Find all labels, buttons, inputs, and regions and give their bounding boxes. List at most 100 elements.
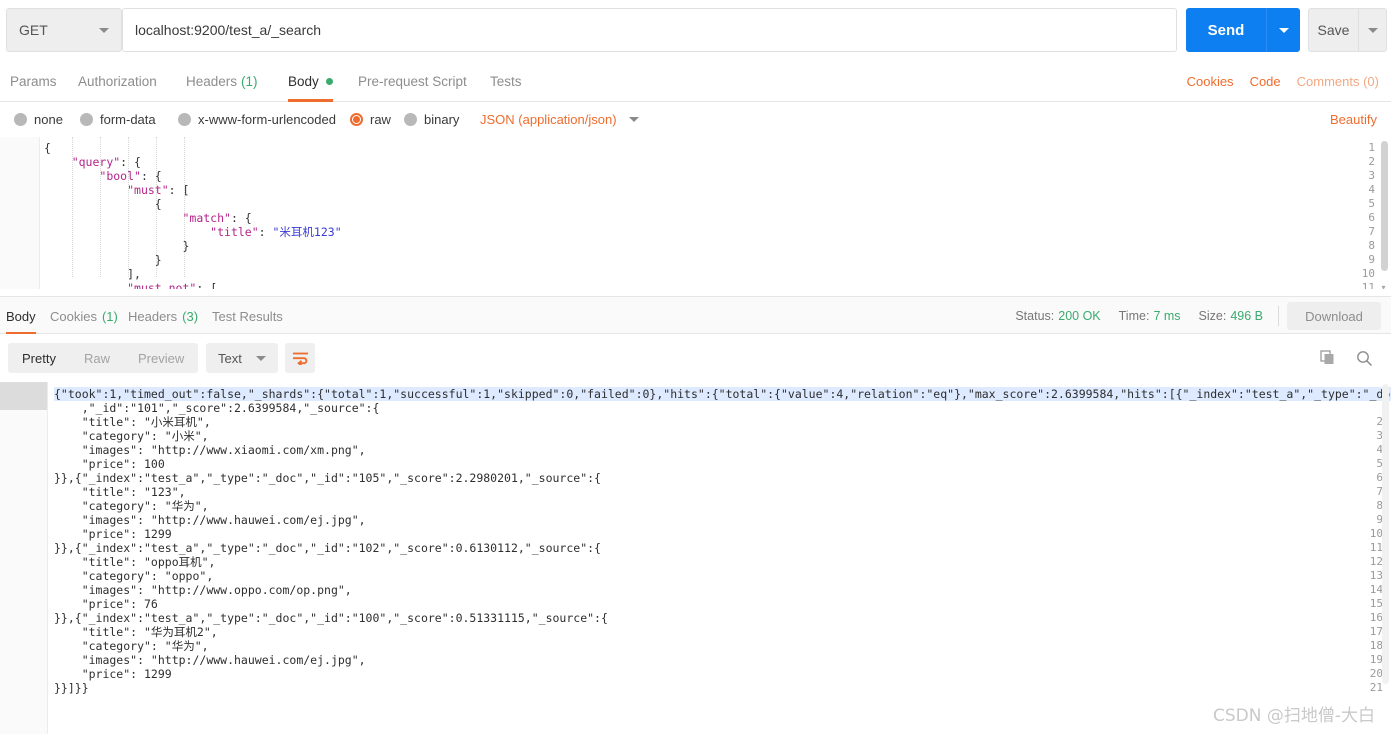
chevron-down-icon: [255, 355, 266, 361]
response-view-toolbar: Pretty Raw Preview Text: [0, 334, 1391, 382]
code-line: "price": 1299: [54, 527, 172, 541]
tab-body[interactable]: Body: [288, 60, 333, 102]
body-type-label: none: [34, 112, 63, 127]
tab-label: Pre-request Script: [358, 73, 467, 89]
tab-count: (1): [101, 308, 118, 324]
code-line: {"took":1,"timed_out":false,"_shards":{"…: [54, 387, 1391, 401]
cookies-link[interactable]: Cookies: [1187, 74, 1234, 89]
line-number: 19: [1369, 653, 1383, 666]
save-button[interactable]: Save: [1308, 8, 1358, 52]
response-format-select[interactable]: Text: [206, 343, 278, 373]
status-group: Status: 200 OK: [1015, 309, 1100, 323]
response-meta: Status: 200 OK Time: 7 ms Size: 496 B: [1015, 297, 1263, 335]
code-line: "category": "华为",: [54, 499, 209, 513]
tab-label: Params: [10, 73, 57, 89]
request-url-input[interactable]: localhost:9200/test_a/_search: [122, 8, 1177, 52]
unsaved-dot-icon: [325, 77, 333, 85]
body-type-label: x-www-form-urlencoded: [198, 112, 336, 127]
chevron-down-icon: [628, 117, 639, 122]
body-type-label: form-data: [100, 112, 156, 127]
radio-selected-icon: [350, 113, 363, 126]
code-line: "title": "华为耳机2",: [54, 625, 218, 639]
response-scrollbar[interactable]: [1382, 384, 1389, 684]
beautify-button[interactable]: Beautify: [1330, 102, 1377, 137]
response-tab-test-results[interactable]: Test Results: [212, 297, 283, 335]
line-number: 7: [1368, 225, 1375, 238]
search-button[interactable]: [1355, 349, 1373, 367]
chevron-down-icon: [1278, 27, 1289, 33]
code-line: "category": "小米",: [54, 429, 209, 443]
chevron-down-icon: [99, 27, 109, 33]
postman-window: GET localhost:9200/test_a/_search Send S…: [0, 0, 1391, 734]
response-tab-headers[interactable]: Headers (3): [128, 297, 198, 335]
body-type-raw[interactable]: raw: [350, 102, 391, 137]
copy-icon: [1320, 350, 1334, 364]
body-type-none[interactable]: none: [14, 102, 63, 137]
save-options-button[interactable]: [1358, 8, 1387, 52]
code-line: ,"_id":"101","_score":2.6399584,"_source…: [54, 401, 380, 415]
line-number: 14: [1369, 583, 1383, 596]
time-value: 7 ms: [1153, 309, 1181, 323]
body-format-select[interactable]: JSON (application/json): [480, 102, 639, 137]
response-body-viewer[interactable]: 1{"took":1,"timed_out":false,"_shards":{…: [0, 382, 1391, 734]
time-group: Time: 7 ms: [1119, 309, 1181, 323]
code-line: }},{"_index":"test_a","_type":"_doc","_i…: [54, 471, 601, 485]
tab-params[interactable]: Params: [10, 60, 57, 102]
tab-tests[interactable]: Tests: [490, 60, 522, 102]
request-body-editor[interactable]: 1▾{2▾ "query": {3▾ "bool": {4▾ "must": […: [0, 137, 1391, 289]
code-line: "images": "http://www.xiaomi.com/xm.png"…: [54, 443, 366, 457]
view-pretty-button[interactable]: Pretty: [8, 343, 70, 373]
code-line: }},{"_index":"test_a","_type":"_doc","_i…: [54, 611, 608, 625]
copy-button[interactable]: [1319, 349, 1337, 367]
body-type-binary[interactable]: binary: [404, 102, 459, 137]
body-type-label: binary: [424, 112, 460, 127]
code-line: "query": {: [71, 155, 141, 169]
code-line: "match": {: [182, 211, 252, 225]
send-button[interactable]: Send: [1186, 8, 1266, 52]
line-number: 3: [1368, 169, 1375, 182]
code-link[interactable]: Code: [1250, 74, 1281, 89]
time-label: Time:: [1118, 309, 1150, 323]
wrap-lines-button[interactable]: [285, 343, 315, 373]
request-editor-scrollbar[interactable]: [1381, 141, 1388, 271]
view-raw-button[interactable]: Raw: [70, 343, 124, 373]
fold-toggle-icon[interactable]: ▾: [1379, 281, 1388, 289]
view-preview-button[interactable]: Preview: [124, 343, 198, 373]
tab-authorization[interactable]: Authorization: [78, 60, 157, 102]
request-tabs: Params Authorization Headers (1) Body Pr…: [0, 60, 1391, 102]
code-line: "price": 1299: [54, 667, 172, 681]
line-number: 11: [1361, 281, 1375, 289]
tab-pre-request-script[interactable]: Pre-request Script: [358, 60, 467, 102]
request-editor-gutter: [0, 137, 40, 289]
divider: [1278, 306, 1279, 326]
tab-label: Headers: [186, 73, 238, 89]
http-method-select[interactable]: GET: [6, 8, 122, 52]
active-line-highlight: [0, 382, 47, 410]
code-line: }: [44, 253, 162, 267]
body-type-form-data[interactable]: form-data: [80, 102, 156, 137]
tab-count: (3): [182, 308, 199, 324]
watermark: CSDN @扫地僧-大白: [1212, 706, 1375, 726]
code-line: }},{"_index":"test_a","_type":"_doc","_i…: [54, 541, 601, 555]
code-line: {: [44, 197, 162, 211]
response-tab-cookies[interactable]: Cookies (1): [50, 297, 118, 335]
http-method-label: GET: [19, 22, 48, 38]
download-button[interactable]: Download: [1287, 302, 1381, 330]
line-number: 18: [1369, 639, 1383, 652]
send-options-button[interactable]: [1266, 8, 1300, 52]
body-type-urlencoded[interactable]: x-www-form-urlencoded: [178, 102, 336, 137]
tab-headers[interactable]: Headers (1): [186, 60, 258, 102]
body-type-label: raw: [370, 112, 391, 127]
response-view-segments: Pretty Raw Preview: [8, 343, 199, 373]
radio-icon: [404, 113, 417, 126]
line-number: 21: [1369, 681, 1383, 694]
response-tabs: Body Cookies (1) Headers (3) Test Result…: [0, 296, 1391, 335]
size-value: 496 B: [1230, 309, 1263, 323]
tab-label: Cookies: [50, 308, 97, 324]
response-tab-body[interactable]: Body: [6, 297, 36, 335]
line-number: 10: [1369, 527, 1383, 540]
code-line: "images": "http://www.hauwei.com/ej.jpg"…: [54, 653, 366, 667]
comments-link[interactable]: Comments (0): [1297, 74, 1379, 89]
code-line: "price": 100: [54, 457, 165, 471]
status-value: 200 OK: [1058, 309, 1101, 323]
